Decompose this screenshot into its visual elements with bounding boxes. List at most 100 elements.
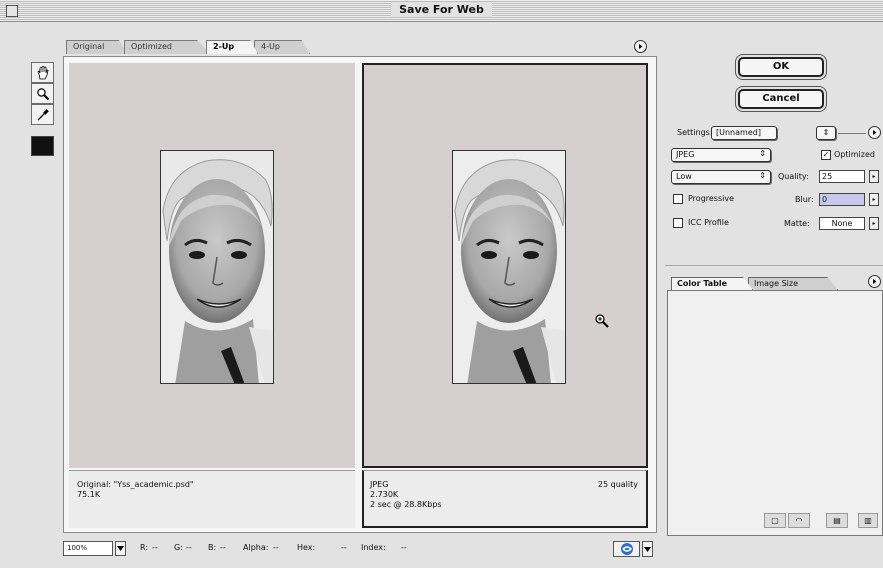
tab-optimized[interactable]: Optimized bbox=[124, 40, 210, 54]
blur-label: Blur: bbox=[795, 195, 814, 204]
quality-preset-select[interactable]: Low ⇕ bbox=[671, 170, 771, 184]
arrow-right-icon: ▸ bbox=[872, 220, 876, 227]
tab-4-up[interactable]: 4-Up bbox=[254, 40, 310, 54]
blur-slider-button[interactable]: ▸ bbox=[869, 193, 879, 206]
tab-label: 4-Up bbox=[261, 42, 280, 51]
settings-preset-stepper[interactable]: ⇕ bbox=[816, 126, 836, 140]
zoom-cursor-icon bbox=[594, 313, 610, 332]
readout-r-label: R: bbox=[140, 543, 149, 552]
readout-b-label: B: bbox=[208, 543, 217, 552]
color-table-panel bbox=[667, 290, 883, 536]
blur-input[interactable]: 0 bbox=[819, 193, 865, 206]
quality-slider-button[interactable]: ▸ bbox=[869, 170, 879, 183]
quality-label: Quality: bbox=[778, 172, 809, 181]
eyedropper-icon bbox=[37, 108, 49, 120]
tab-label: Optimized bbox=[131, 42, 172, 51]
trash-icon: ▥ bbox=[864, 516, 872, 525]
matte-menu-button[interactable]: ▸ bbox=[869, 217, 879, 230]
quality-input[interactable]: 25 bbox=[819, 170, 865, 183]
tab-color-table[interactable]: Color Table bbox=[671, 277, 753, 290]
map-icon: ▢ bbox=[771, 516, 779, 525]
arrow-right-icon: ▸ bbox=[872, 196, 876, 203]
optimized-preview-pane[interactable] bbox=[362, 63, 648, 468]
tab-label: 2-Up bbox=[213, 42, 235, 51]
original-photo bbox=[160, 150, 274, 384]
progressive-checkbox[interactable] bbox=[673, 194, 683, 204]
readout-hex-value: -- bbox=[341, 543, 347, 552]
original-filename: Original: "Yss_academic.psd" bbox=[77, 480, 194, 489]
quality-preset-value: Low bbox=[676, 172, 692, 181]
lock-icon: ◠ bbox=[795, 516, 803, 525]
readout-hex-label: Hex: bbox=[297, 543, 316, 552]
preview-in-browser-button[interactable] bbox=[613, 541, 640, 557]
browser-menu-button[interactable] bbox=[642, 541, 653, 557]
updown-arrows-icon: ⇕ bbox=[822, 128, 830, 137]
settings-preset-select[interactable]: [Unnamed] bbox=[711, 126, 777, 140]
icc-profile-checkbox[interactable] bbox=[673, 218, 683, 228]
icc-profile-label: ICC Profile bbox=[688, 218, 729, 227]
preview-menu-button[interactable] bbox=[634, 40, 647, 53]
tab-original[interactable]: Original bbox=[66, 40, 128, 54]
chevron-down-icon bbox=[644, 546, 651, 552]
optimized-label: Optimized bbox=[834, 150, 875, 159]
hand-icon bbox=[37, 65, 48, 79]
tab-image-size[interactable]: Image Size bbox=[748, 277, 838, 290]
optimized-checkbox[interactable]: ✓ bbox=[821, 150, 831, 160]
settings-preset-value: [Unnamed] bbox=[716, 128, 761, 137]
progressive-label: Progressive bbox=[688, 194, 735, 203]
readout-index-value: -- bbox=[401, 543, 407, 552]
readout-alpha-label: Alpha: bbox=[243, 543, 269, 552]
zoom-menu-button[interactable] bbox=[115, 541, 126, 556]
window-title: Save For Web bbox=[0, 2, 883, 17]
panel-divider bbox=[665, 265, 883, 266]
tab-label: Original bbox=[73, 42, 105, 51]
zoom-tool[interactable] bbox=[31, 83, 54, 104]
new-page-icon: ▤ bbox=[833, 516, 841, 525]
new-color-button[interactable]: ▤ bbox=[826, 513, 848, 528]
tab-label: Image Size bbox=[754, 279, 799, 288]
readout-g-value: -- bbox=[186, 543, 192, 552]
title-bar: Save For Web bbox=[0, 0, 883, 22]
hand-tool[interactable] bbox=[31, 62, 54, 83]
delete-color-button[interactable]: ▥ bbox=[858, 513, 878, 528]
map-color-button[interactable]: ▢ bbox=[764, 513, 786, 528]
color-table-menu-button[interactable] bbox=[868, 275, 881, 288]
cancel-button[interactable]: Cancel bbox=[738, 89, 824, 109]
tab-2-up[interactable]: 2-Up bbox=[206, 40, 258, 54]
optimized-download-time: 2 sec @ 28.8Kbps bbox=[370, 500, 442, 509]
window-title-text: Save For Web bbox=[391, 2, 492, 17]
ok-button[interactable]: OK bbox=[738, 57, 824, 77]
arrow-right-icon bbox=[639, 44, 643, 49]
zoom-level-field[interactable]: 100% bbox=[63, 541, 113, 556]
original-info: Original: "Yss_academic.psd" 75.1K bbox=[69, 470, 355, 528]
optimized-photo bbox=[452, 150, 566, 384]
original-preview-pane[interactable] bbox=[69, 63, 355, 468]
matte-label: Matte: bbox=[784, 219, 810, 228]
magnifier-icon bbox=[36, 87, 49, 100]
arrow-right-icon bbox=[873, 279, 877, 284]
optimized-filesize: 2.730K bbox=[370, 490, 399, 499]
lock-color-button[interactable]: ◠ bbox=[788, 513, 810, 528]
settings-menu-button[interactable] bbox=[868, 126, 881, 139]
original-filesize: 75.1K bbox=[77, 490, 101, 499]
browser-icon bbox=[620, 543, 633, 555]
optimized-quality-label: 25 quality bbox=[597, 480, 638, 489]
readout-alpha-value: -- bbox=[273, 543, 279, 552]
file-format-select[interactable]: JPEG ⇕ bbox=[671, 148, 771, 162]
optimized-info: JPEG 2.730K 2 sec @ 28.8Kbps 25 quality bbox=[362, 470, 648, 528]
arrow-right-icon bbox=[873, 130, 877, 135]
readout-g-label: G: bbox=[174, 543, 183, 552]
arrow-right-icon: ▸ bbox=[872, 173, 876, 180]
matte-select[interactable]: None bbox=[819, 217, 865, 230]
readout-r-value: -- bbox=[152, 543, 158, 552]
divider bbox=[838, 133, 866, 134]
updown-arrows-icon: ⇕ bbox=[759, 171, 766, 180]
settings-label: Settings: bbox=[677, 128, 713, 137]
tab-label: Color Table bbox=[677, 279, 728, 288]
chevron-down-icon bbox=[117, 546, 124, 551]
eyedropper-color-swatch[interactable] bbox=[31, 136, 54, 156]
checkmark-icon: ✓ bbox=[822, 150, 830, 159]
readout-b-value: -- bbox=[220, 543, 226, 552]
status-bar: 100% R: -- G: -- B: -- Alpha: -- Hex: --… bbox=[63, 541, 663, 561]
eyedropper-tool[interactable] bbox=[31, 104, 54, 125]
